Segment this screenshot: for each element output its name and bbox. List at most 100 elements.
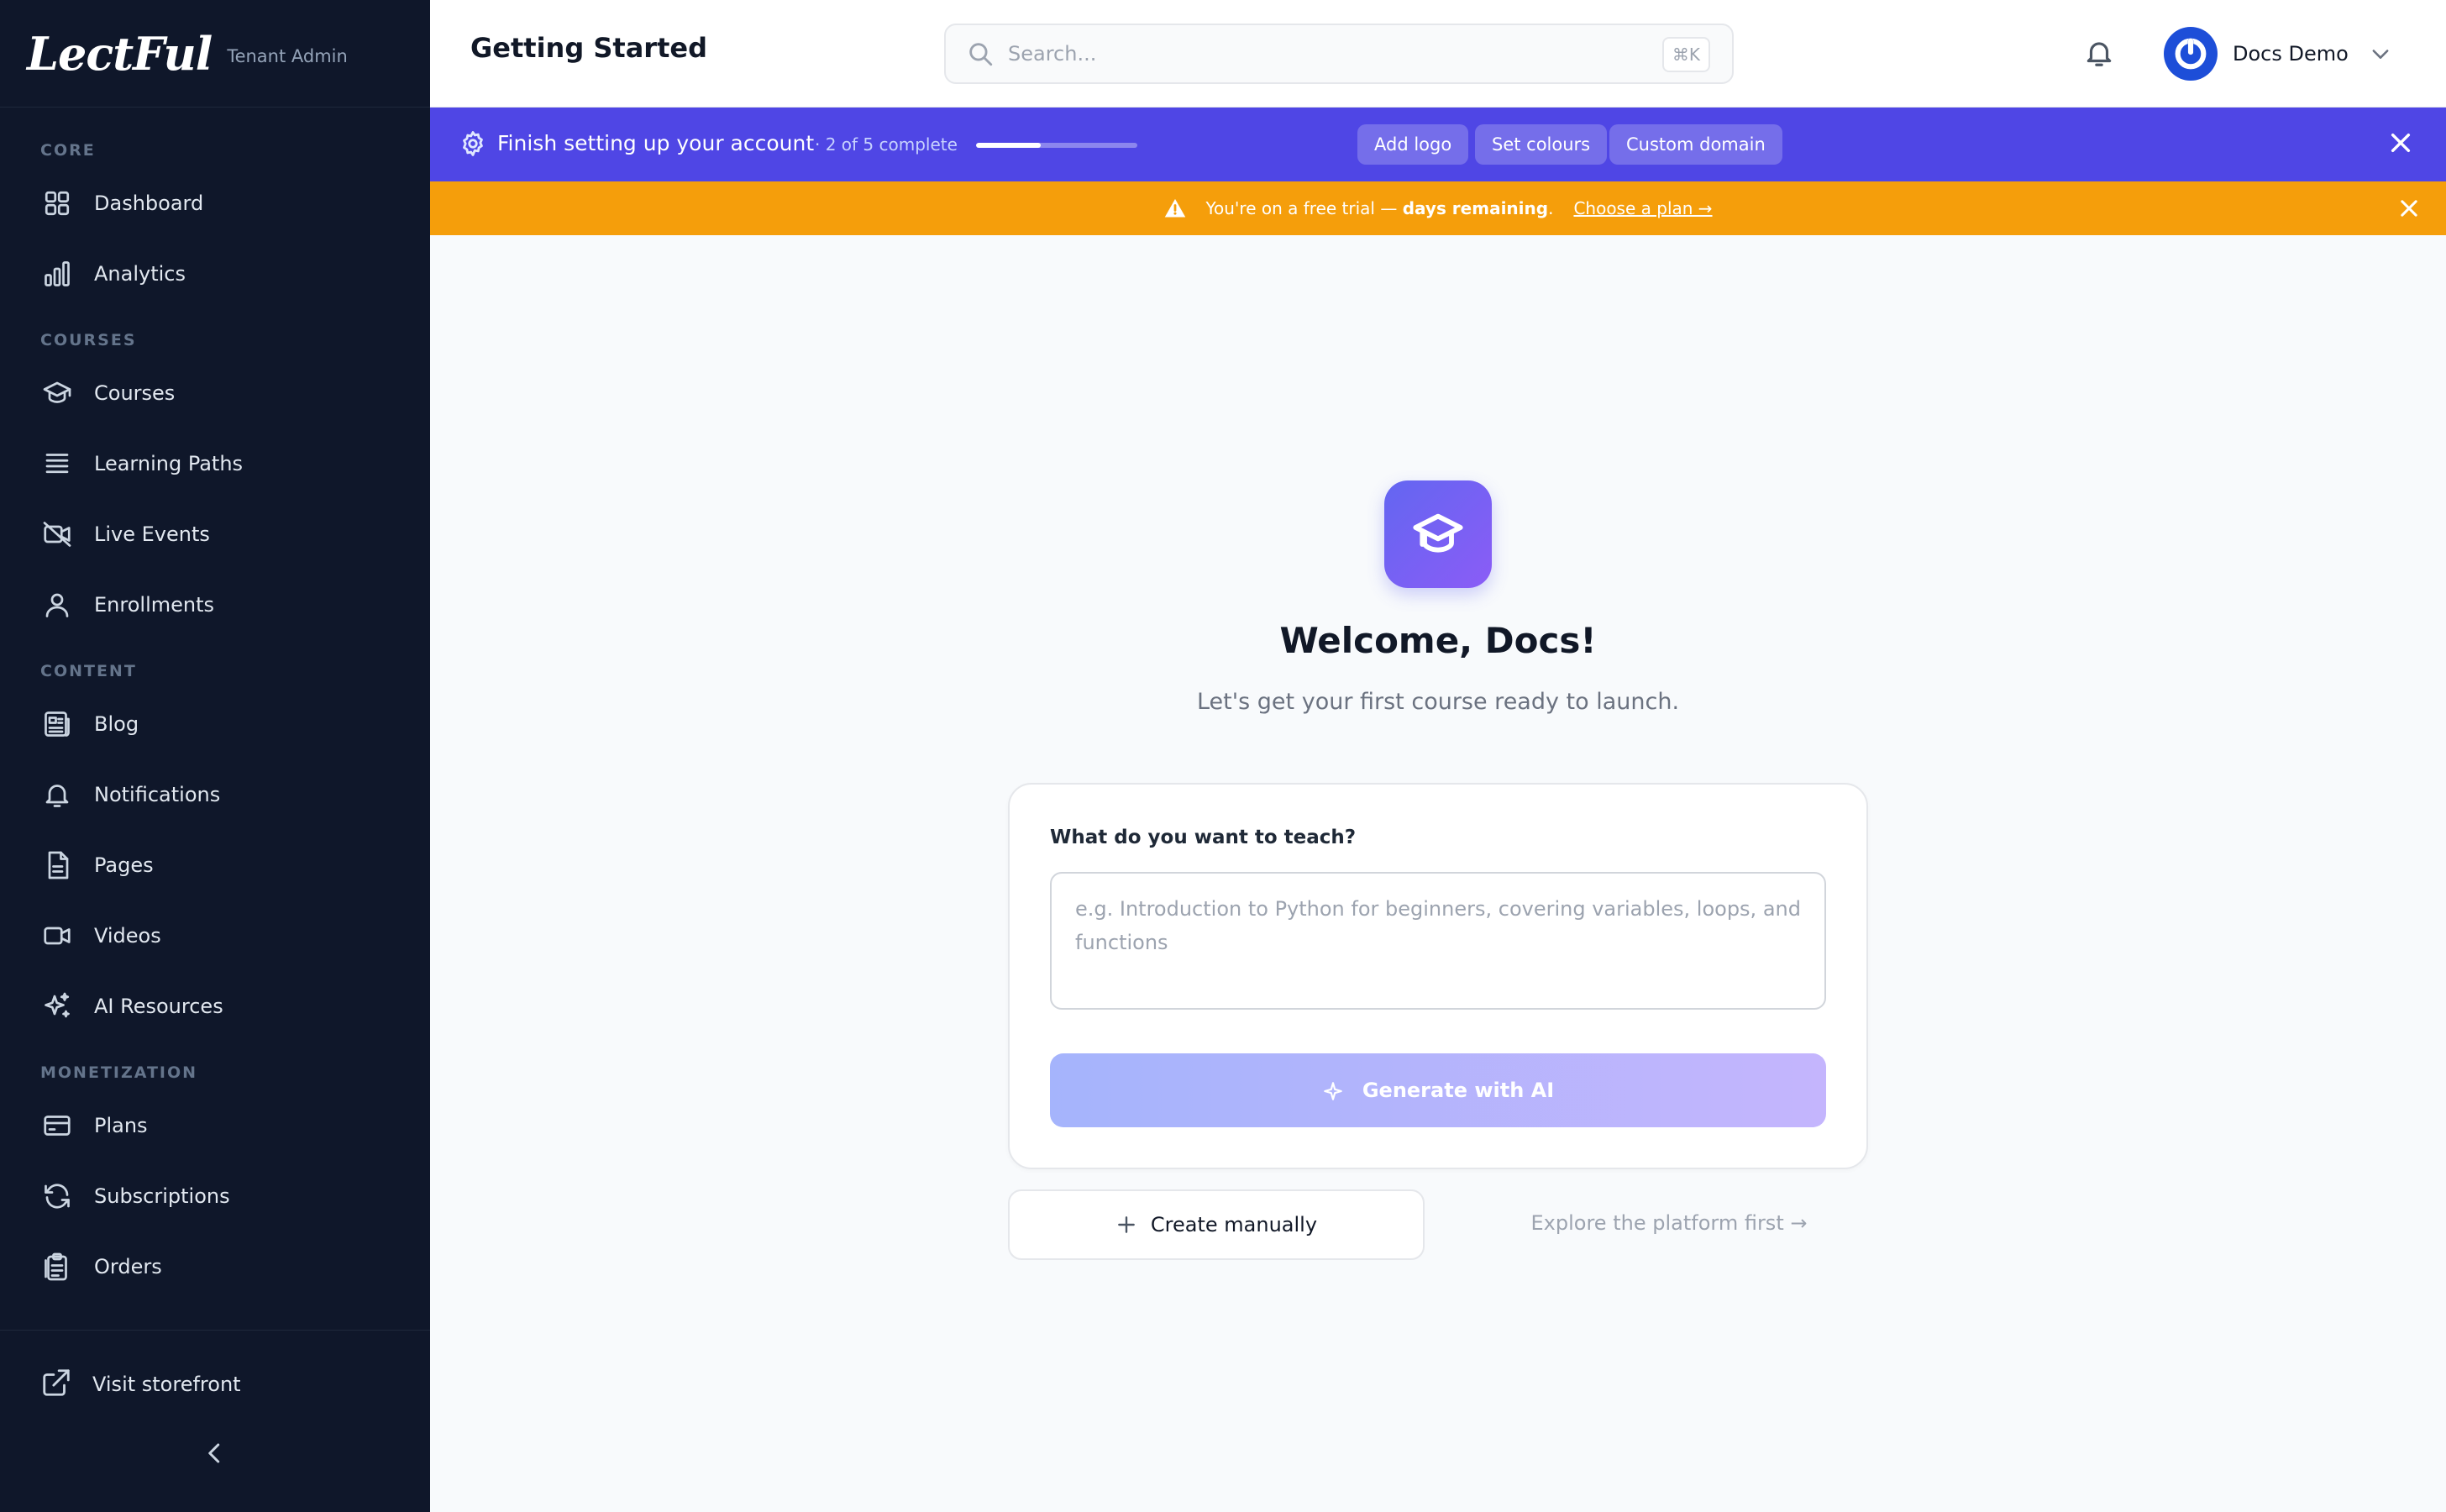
sidebar-footer: Visit storefront: [0, 1330, 430, 1438]
page-title: Getting Started: [470, 32, 707, 64]
visit-storefront-label: Visit storefront: [92, 1373, 241, 1396]
sparkles-icon: [40, 990, 74, 1023]
newspaper-icon: [40, 707, 74, 741]
graduation-cap-icon: [40, 376, 74, 410]
sidebar-item-courses[interactable]: Courses: [0, 358, 430, 428]
custom-domain-chip[interactable]: Custom domain: [1609, 124, 1782, 165]
nav-section-monetization: MONETIZATION: [40, 1063, 198, 1082]
sidebar-item-dashboard[interactable]: Dashboard: [0, 168, 430, 239]
close-trial-banner-button[interactable]: [2397, 197, 2422, 222]
user-icon: [40, 588, 74, 622]
plus-icon: [1115, 1214, 1137, 1236]
user-menu[interactable]: Docs Demo: [2164, 27, 2392, 81]
sidebar-item-label: Analytics: [94, 262, 186, 286]
bar-chart-icon: [40, 257, 74, 291]
setup-banner-title: Finish setting up your account: [497, 131, 815, 155]
user-name: Docs Demo: [2233, 42, 2349, 66]
getting-started-content: Welcome, Docs! Let's get your first cour…: [430, 235, 2446, 1512]
main-area: Getting Started ⌘K Docs Demo Finish sett…: [430, 0, 2446, 1512]
sidebar-nav: CORE Dashboard Analytics COURSES Courses…: [0, 108, 430, 1302]
brand-subtitle: Tenant Admin: [227, 45, 348, 66]
setup-progress-fill: [976, 143, 1041, 148]
sidebar-item-label: Notifications: [94, 783, 221, 806]
trial-message: You're on a free trial — days remaining.: [1205, 198, 1553, 218]
close-icon: [2391, 133, 2411, 153]
sidebar-item-blog[interactable]: Blog: [0, 689, 430, 759]
create-manually-label: Create manually: [1150, 1213, 1318, 1236]
bell-icon: [40, 778, 74, 811]
sidebar-item-label: Orders: [94, 1255, 162, 1278]
teach-topic-textarea[interactable]: [1050, 872, 1826, 1010]
brand: LectFul Tenant Admin: [0, 0, 430, 108]
sidebar-item-label: Videos: [94, 924, 161, 948]
nav-section-courses: COURSES: [40, 331, 137, 349]
sidebar-item-label: Learning Paths: [94, 452, 244, 475]
add-logo-chip[interactable]: Add logo: [1357, 124, 1469, 165]
video-icon: [40, 919, 74, 953]
sidebar-item-enrollments[interactable]: Enrollments: [0, 570, 430, 640]
refresh-icon: [40, 1179, 74, 1213]
sidebar-item-pages[interactable]: Pages: [0, 830, 430, 900]
graduation-cap-icon: [1413, 513, 1463, 553]
generate-with-ai-label: Generate with AI: [1362, 1079, 1555, 1102]
sidebar-item-subscriptions[interactable]: Subscriptions: [0, 1161, 430, 1231]
trial-message-suffix: .: [1548, 198, 1554, 218]
chevron-left-icon: [208, 1443, 220, 1463]
search-icon: [966, 39, 995, 68]
sidebar-item-label: Subscriptions: [94, 1184, 230, 1208]
sidebar-item-label: Plans: [94, 1114, 148, 1137]
explore-platform-link[interactable]: Explore the platform first →: [1522, 1201, 1816, 1245]
external-link-icon: [40, 1367, 72, 1402]
search-input[interactable]: [1008, 42, 1646, 66]
sidebar-item-label: Live Events: [94, 522, 210, 546]
create-manually-button[interactable]: Create manually: [1008, 1189, 1425, 1260]
ai-course-card: What do you want to teach? Generate with…: [1008, 783, 1868, 1169]
sidebar-item-live-events[interactable]: Live Events: [0, 499, 430, 570]
chevron-down-icon: [2369, 42, 2392, 66]
welcome-heading: Welcome, Docs!: [1279, 620, 1597, 661]
choose-plan-link[interactable]: Choose a plan →: [1573, 198, 1712, 218]
close-icon: [2401, 200, 2417, 217]
set-colours-chip[interactable]: Set colours: [1475, 124, 1608, 165]
sidebar-item-label: AI Resources: [94, 995, 223, 1018]
nav-section-content: CONTENT: [40, 662, 137, 680]
teach-question-label: What do you want to teach?: [1050, 827, 1357, 848]
warning-icon: [1163, 197, 1187, 220]
notifications-button[interactable]: [2083, 37, 2117, 71]
sidebar-item-notifications[interactable]: Notifications: [0, 759, 430, 830]
hero-badge: [1384, 480, 1492, 588]
avatar: [2164, 27, 2218, 81]
power-icon: [2175, 38, 2207, 70]
sidebar-item-label: Enrollments: [94, 593, 215, 617]
setup-progress-count: · 2 of 5 complete: [815, 134, 958, 155]
collapse-sidebar-button[interactable]: [200, 1436, 230, 1470]
bell-icon: [2086, 42, 2112, 66]
sidebar-item-videos[interactable]: Videos: [0, 900, 430, 971]
app-root: LectFul Tenant Admin CORE Dashboard Anal…: [0, 0, 2446, 1512]
close-setup-banner-button[interactable]: [2387, 129, 2417, 160]
sidebar-item-learning-paths[interactable]: Learning Paths: [0, 428, 430, 499]
sidebar-item-ai-resources[interactable]: AI Resources: [0, 971, 430, 1042]
sidebar-item-analytics[interactable]: Analytics: [0, 239, 430, 309]
sparkle-icon: [1322, 1080, 1346, 1104]
trial-message-prefix: You're on a free trial —: [1205, 198, 1403, 218]
sidebar-item-plans[interactable]: Plans: [0, 1090, 430, 1161]
generate-with-ai-button[interactable]: Generate with AI: [1050, 1053, 1826, 1127]
sidebar-item-orders[interactable]: Orders: [0, 1231, 430, 1302]
sidebar-item-label: Dashboard: [94, 192, 204, 215]
sidebar-item-label: Pages: [94, 853, 154, 877]
sidebar: LectFul Tenant Admin CORE Dashboard Anal…: [0, 0, 430, 1512]
visit-storefront-link[interactable]: Visit storefront: [0, 1331, 430, 1438]
search-shortcut-badge: ⌘K: [1661, 37, 1710, 72]
clipboard-icon: [40, 1250, 74, 1284]
setup-banner: Finish setting up your account · 2 of 5 …: [430, 108, 2446, 181]
nav-section-core: CORE: [40, 141, 96, 160]
brand-logo[interactable]: LectFul: [27, 27, 213, 81]
video-off-icon: [40, 517, 74, 551]
file-icon: [40, 848, 74, 882]
sidebar-item-label: Courses: [94, 381, 176, 405]
top-bar: Getting Started ⌘K Docs Demo: [430, 0, 2446, 108]
setup-progress-bar: [976, 143, 1137, 148]
search-box[interactable]: ⌘K: [944, 24, 1734, 84]
trial-message-bold: days remaining: [1402, 198, 1549, 218]
